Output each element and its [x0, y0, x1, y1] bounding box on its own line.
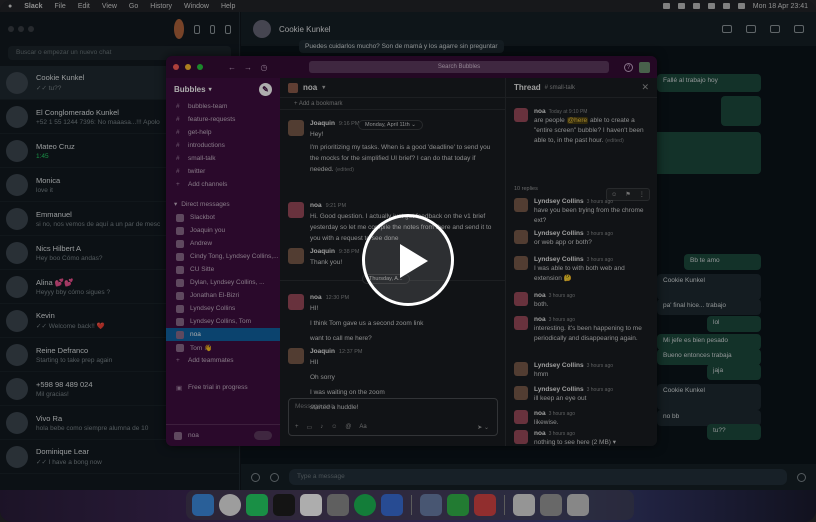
desktop-screen: ● Slack File Edit View Go History Window… — [0, 0, 816, 522]
play-button[interactable] — [362, 214, 454, 306]
